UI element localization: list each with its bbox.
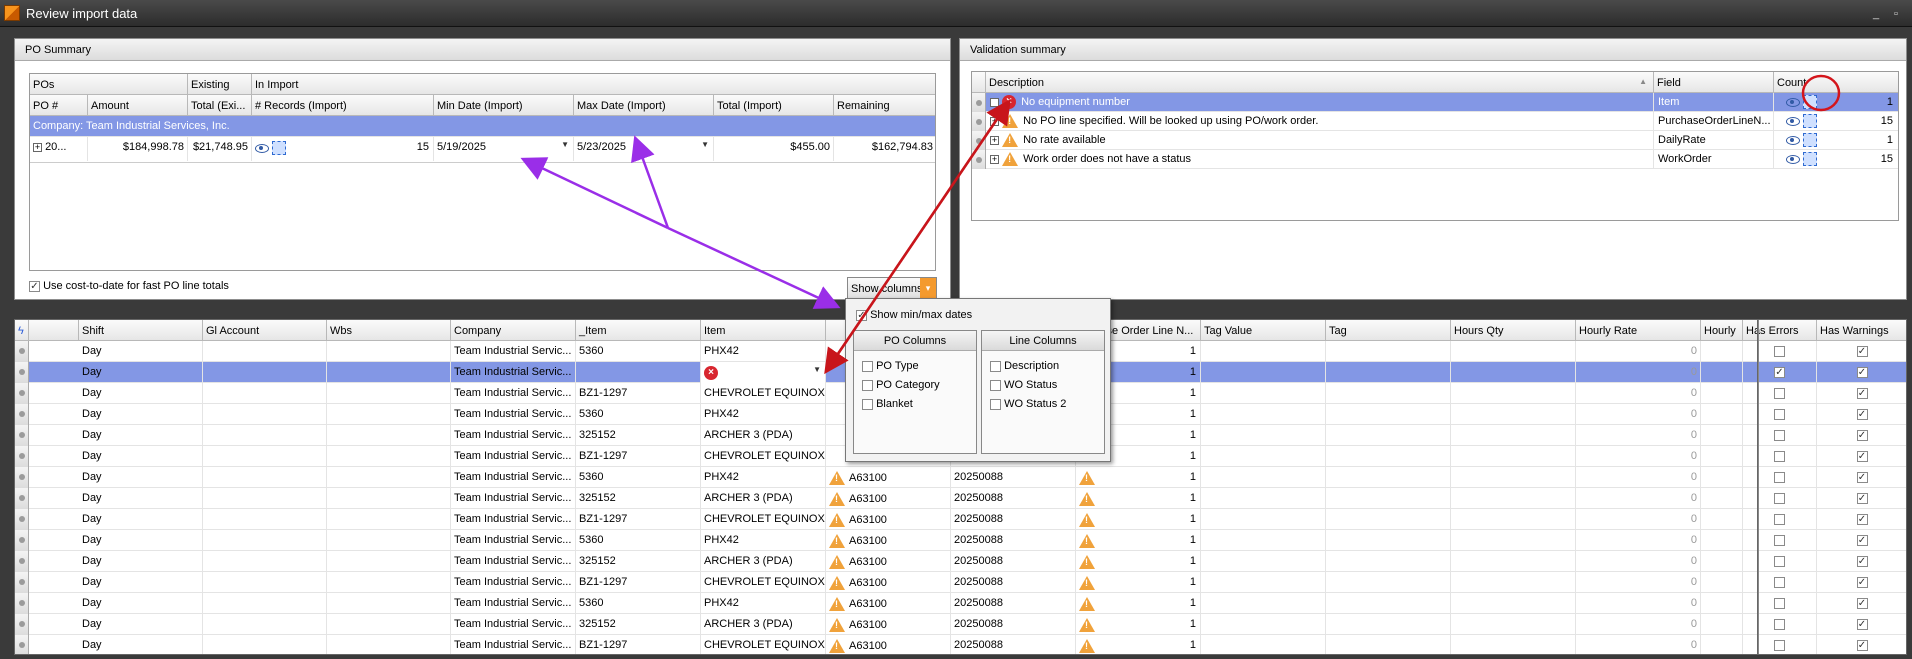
annotation-overlay xyxy=(520,74,1841,375)
annotation-arrow xyxy=(667,226,841,309)
annotation-circle xyxy=(1801,74,1841,112)
annotation-arrow xyxy=(825,98,1011,371)
